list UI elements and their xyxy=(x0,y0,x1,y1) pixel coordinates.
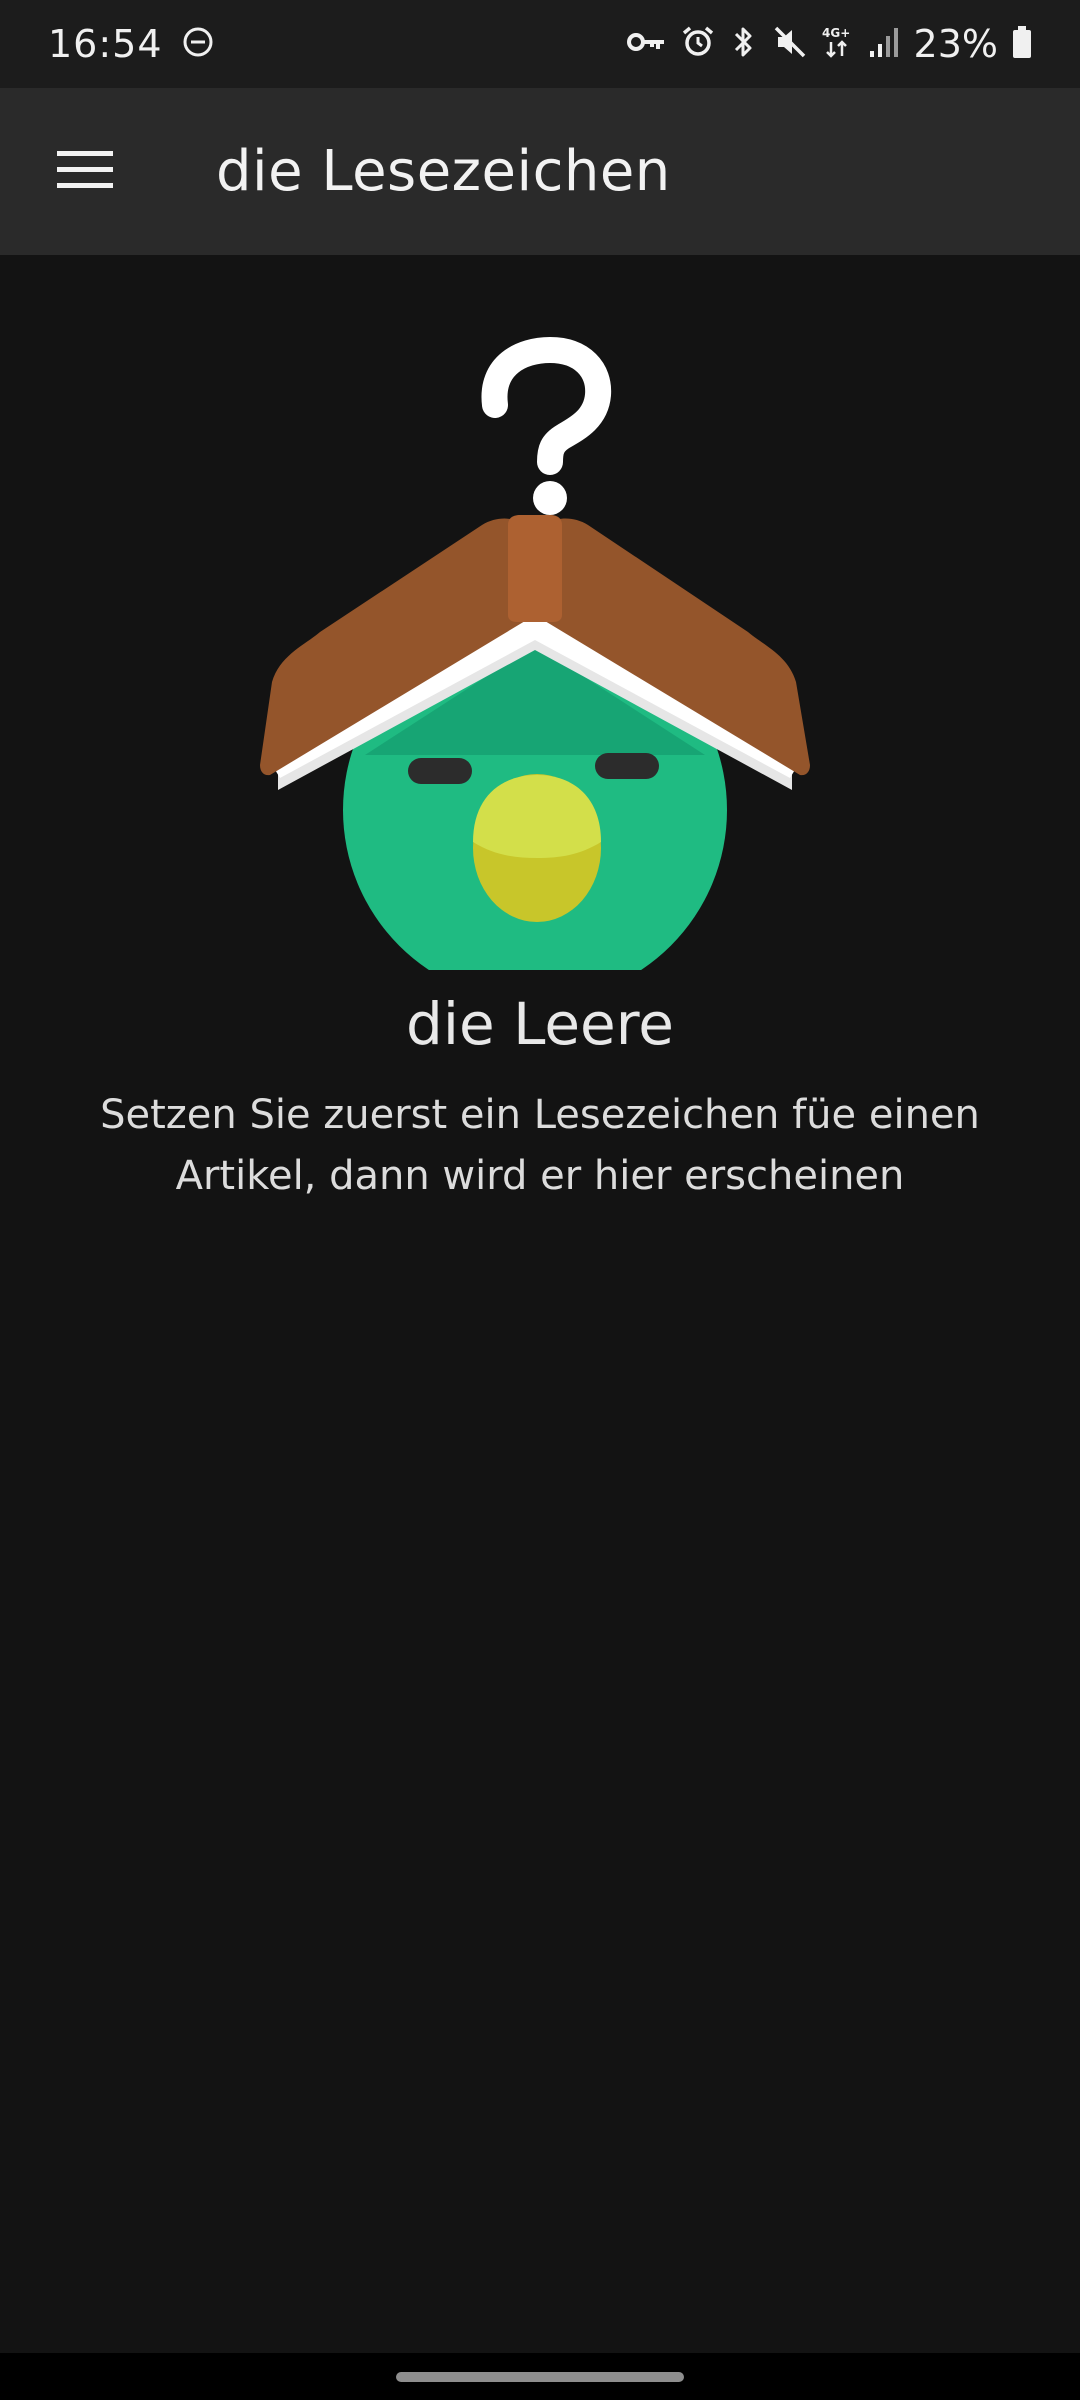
signal-icon xyxy=(868,25,900,63)
empty-state-title: die Leere xyxy=(406,990,674,1058)
empty-state-message: Setzen Sie zuerst ein Lesezeichen füe ei… xyxy=(100,1092,980,1199)
empty-state-illustration xyxy=(260,310,820,1002)
menu-button[interactable] xyxy=(0,88,170,255)
hamburger-menu-icon[interactable] xyxy=(57,149,113,195)
vpn-key-icon xyxy=(626,25,666,63)
question-mark-icon xyxy=(481,336,612,515)
do-not-disturb-icon xyxy=(181,25,215,63)
network-4g-plus-icon: 4G+ xyxy=(822,24,854,64)
mute-icon xyxy=(772,24,808,64)
alarm-icon xyxy=(680,24,716,64)
battery-percent: 23% xyxy=(913,22,998,66)
home-indicator[interactable] xyxy=(396,2372,684,2382)
app-bar: die Lesezeichen xyxy=(0,88,1080,255)
svg-text:4G+: 4G+ xyxy=(822,26,850,40)
status-time: 16:54 xyxy=(48,22,163,66)
empty-bookmarks-content: die Leere Setzen Sie zuerst ein Lesezeic… xyxy=(0,255,1080,2353)
bluetooth-icon xyxy=(730,24,758,64)
status-bar: 16:54 4G+ 23% xyxy=(0,0,1080,88)
page-title: die Lesezeichen xyxy=(216,139,671,204)
battery-icon xyxy=(1012,25,1032,63)
